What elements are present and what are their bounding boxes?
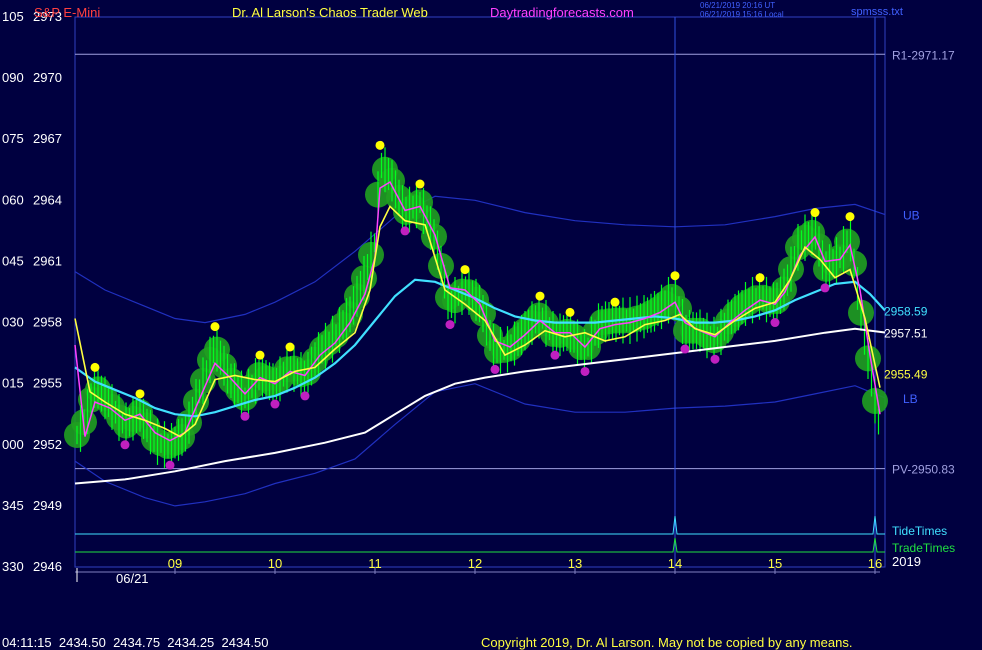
timestamp-local: 06/21/2019 15:16 Local bbox=[700, 10, 784, 19]
swing-low-marker bbox=[120, 440, 130, 450]
swing-high-marker bbox=[210, 322, 220, 332]
y-tick-left-label: 030 bbox=[2, 315, 24, 330]
tide-times-line bbox=[75, 515, 885, 535]
tide-times-label: TideTimes bbox=[892, 524, 947, 538]
swing-low-marker bbox=[165, 460, 175, 470]
swing-high-marker bbox=[255, 350, 265, 360]
swing-low-marker bbox=[400, 226, 410, 236]
y-tick-left-label: 075 bbox=[2, 131, 24, 146]
y-tick-price-label: 2961 bbox=[33, 253, 62, 268]
trade-times-label: TradeTimes bbox=[892, 541, 955, 555]
y-tick-left-label: 000 bbox=[2, 437, 24, 452]
y-tick-price-label: 2952 bbox=[33, 437, 62, 452]
x-tick-label: 10 bbox=[268, 556, 282, 571]
trade-times-line bbox=[75, 537, 885, 553]
swing-low-marker bbox=[240, 411, 250, 421]
swing-high-marker bbox=[610, 297, 620, 307]
pivot-level-label: R1-2971.17 bbox=[892, 48, 955, 62]
swing-high-marker bbox=[460, 265, 470, 275]
swing-low-marker bbox=[300, 391, 310, 401]
swing-high-marker bbox=[810, 208, 820, 218]
swing-low-marker bbox=[490, 364, 500, 374]
year-label: 2019 bbox=[892, 554, 921, 569]
value-label: UB bbox=[903, 209, 920, 223]
swing-high-marker bbox=[415, 179, 425, 189]
y-tick-price-label: 2949 bbox=[33, 498, 62, 513]
swing-low-marker bbox=[550, 350, 560, 360]
y-tick-left-label: 060 bbox=[2, 192, 24, 207]
y-tick-price-label: 2970 bbox=[33, 70, 62, 85]
swing-low-marker bbox=[710, 354, 720, 364]
y-tick-price-label: 2964 bbox=[33, 192, 62, 207]
value-label: 2958.59 bbox=[884, 305, 928, 319]
swing-high-marker bbox=[90, 362, 100, 372]
y-tick-price-label: 2955 bbox=[33, 376, 62, 391]
x-tick-label: 12 bbox=[468, 556, 482, 571]
swing-low-marker bbox=[270, 399, 280, 409]
value-label: 2955.49 bbox=[884, 368, 928, 382]
price-chart: 105 2973090 2970075 2967060 2964045 2961030 29… bbox=[2, 9, 955, 586]
swing-high-marker bbox=[285, 342, 295, 352]
y-tick-left-label: 015 bbox=[2, 376, 24, 391]
swing-high-marker bbox=[535, 291, 545, 301]
swing-low-marker bbox=[580, 366, 590, 376]
date-label: 06/21 bbox=[116, 571, 149, 586]
y-tick-price-label: 2958 bbox=[33, 315, 62, 330]
swing-low-marker bbox=[770, 318, 780, 328]
swing-high-marker bbox=[845, 212, 855, 222]
y-tick-left-label: 105 bbox=[2, 9, 24, 24]
swing-high-marker bbox=[670, 271, 680, 281]
swing-high-marker bbox=[755, 273, 765, 283]
quote-line: 04:11:15 2434.50 2434.75 2434.25 2434.50 bbox=[2, 635, 269, 650]
file-name: spmsss.txt bbox=[851, 6, 903, 18]
copyright: Copyright 2019, Dr. Al Larson. May not b… bbox=[481, 635, 853, 650]
y-tick-left-label: 330 bbox=[2, 559, 24, 574]
swing-low-marker bbox=[820, 283, 830, 293]
swing-high-marker bbox=[565, 307, 575, 317]
swing-high-marker bbox=[135, 389, 145, 399]
swing-low-marker bbox=[445, 320, 455, 330]
swing-high-marker bbox=[375, 140, 385, 150]
y-tick-price-label: 2967 bbox=[33, 131, 62, 146]
value-label: LB bbox=[903, 392, 918, 406]
x-tick-label: 11 bbox=[368, 556, 382, 571]
y-tick-price-label: 2946 bbox=[33, 559, 62, 574]
swing-low-marker bbox=[680, 344, 690, 354]
pivot-level-label: PV-2950.83 bbox=[892, 463, 955, 477]
site-url[interactable]: Daytradingforecasts.com bbox=[490, 6, 634, 20]
x-tick-label: 13 bbox=[568, 556, 582, 571]
instrument-label: S&P E-Mini bbox=[34, 5, 101, 20]
timestamp-utc: 06/21/2019 20:16 UT bbox=[700, 1, 776, 10]
site-title: Dr. Al Larson's Chaos Trader Web bbox=[232, 5, 428, 20]
value-label: 2957.51 bbox=[884, 327, 928, 341]
y-tick-left-label: 345 bbox=[2, 498, 24, 513]
y-tick-left-label: 090 bbox=[2, 70, 24, 85]
x-tick-label: 09 bbox=[168, 556, 182, 571]
x-tick-label: 15 bbox=[768, 556, 782, 571]
y-tick-left-label: 045 bbox=[2, 253, 24, 268]
